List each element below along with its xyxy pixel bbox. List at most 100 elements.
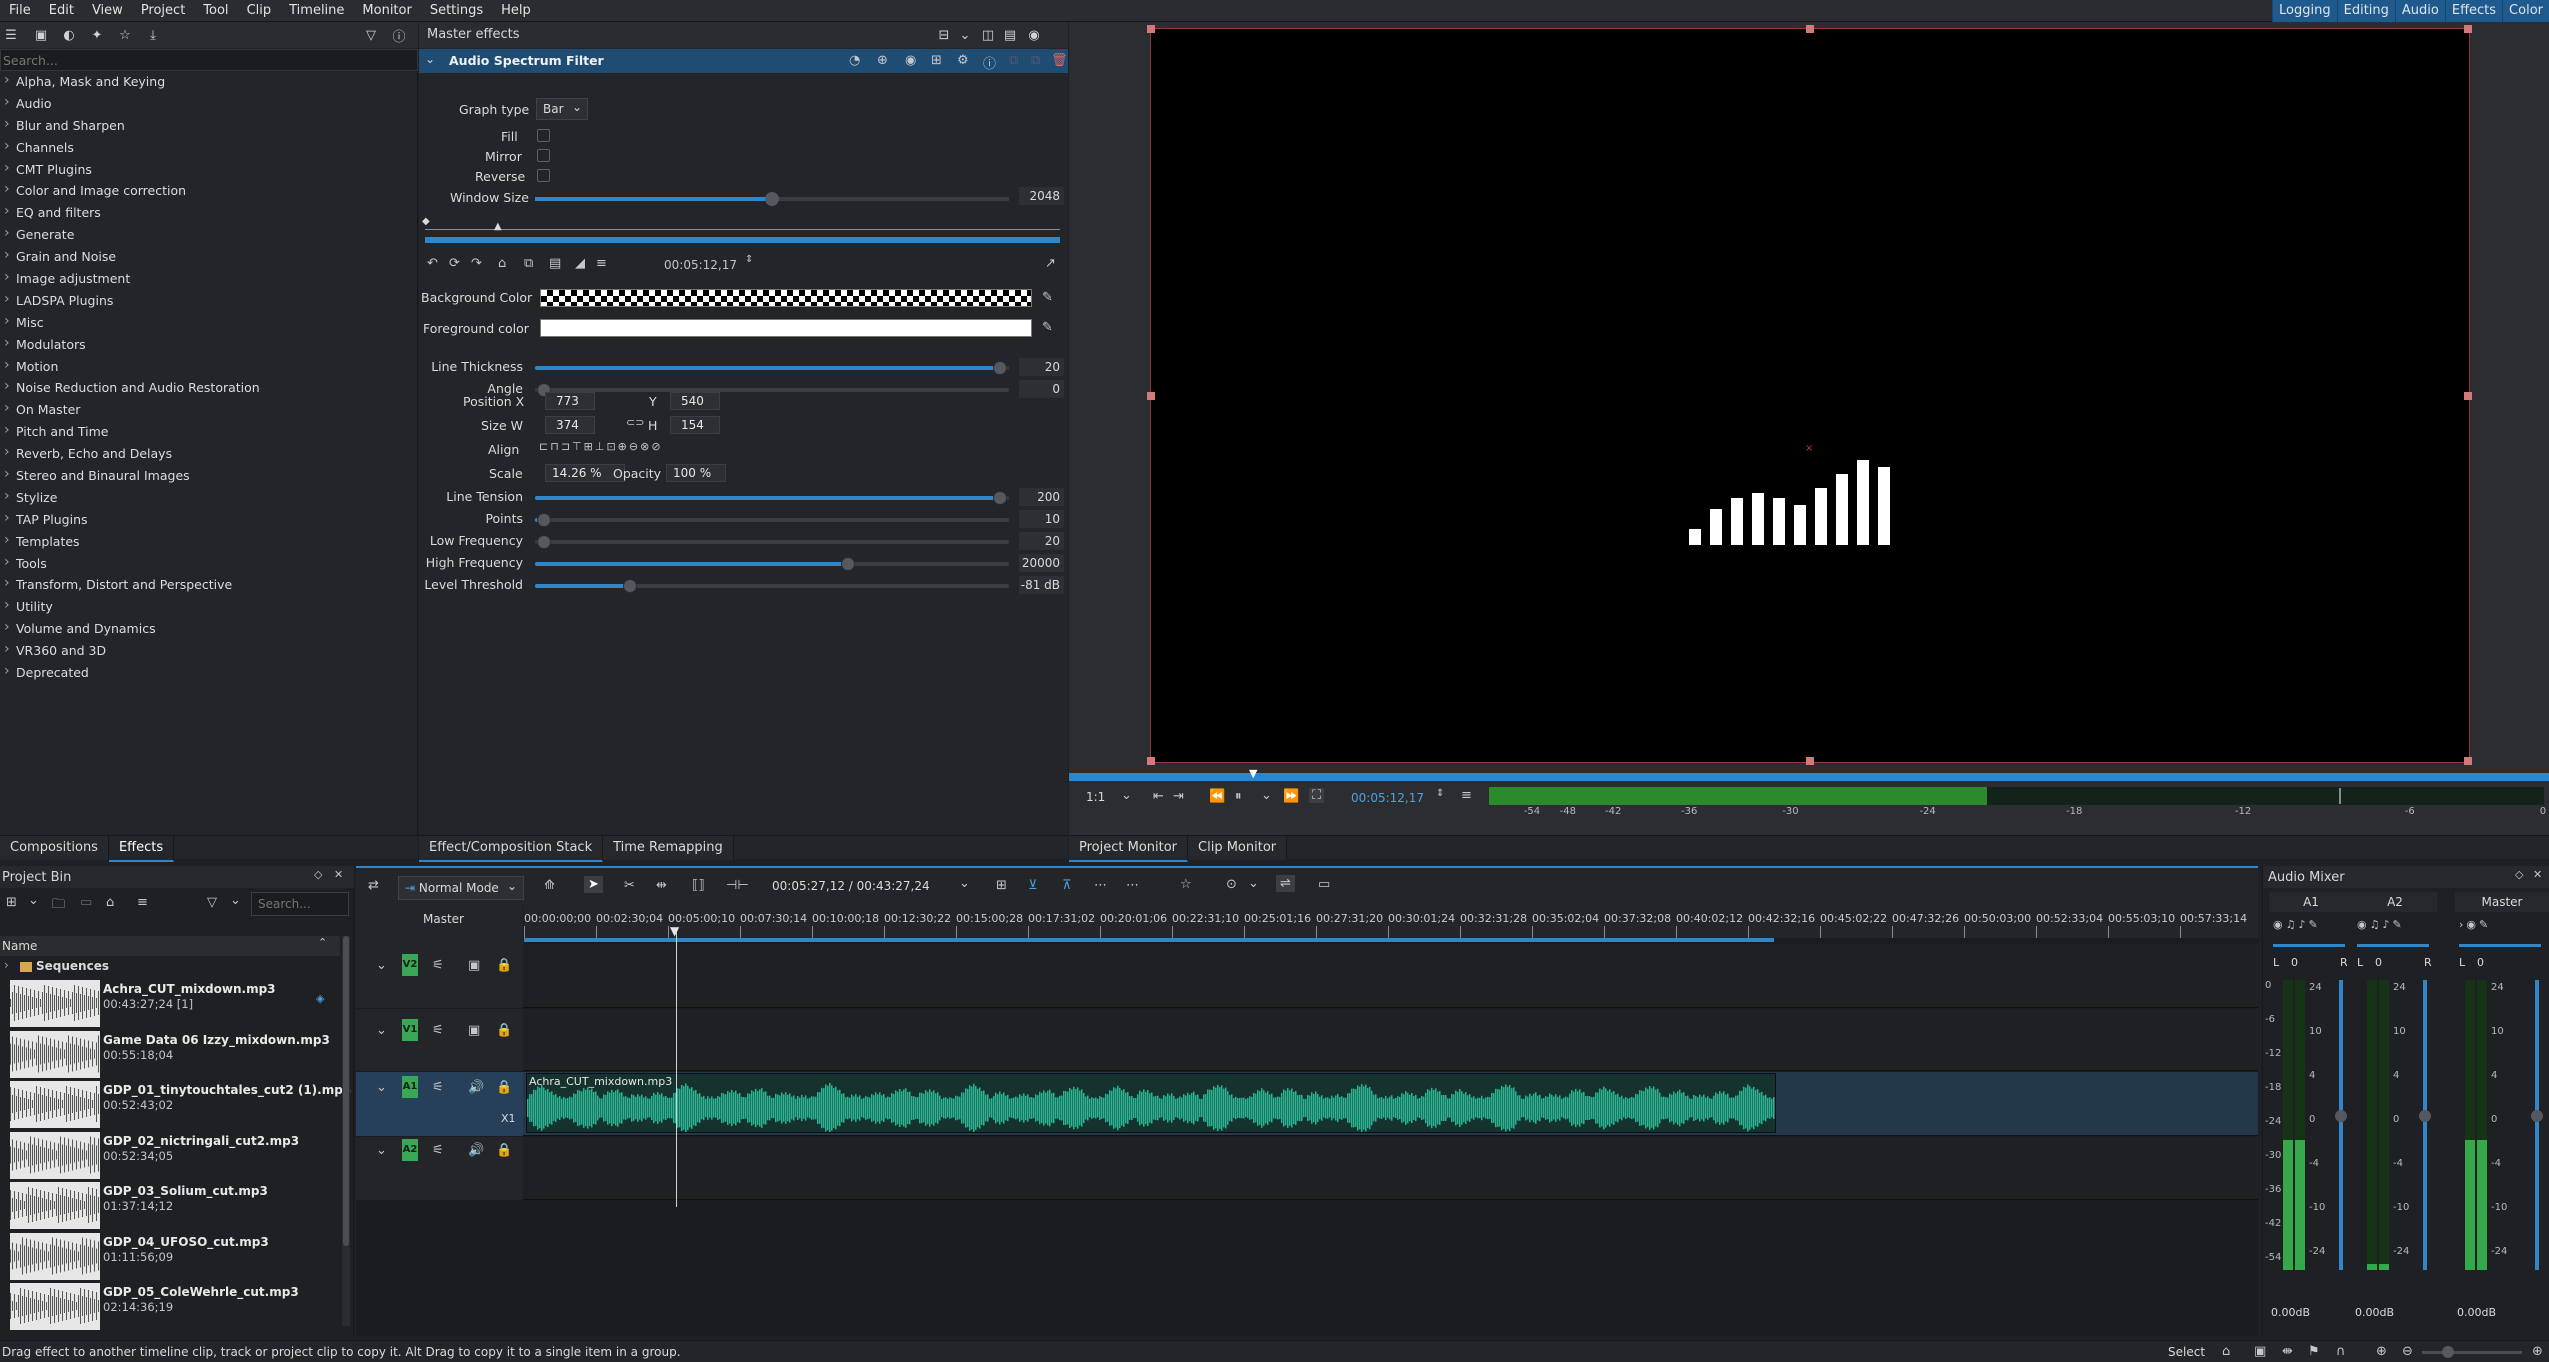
bin-scrollbar[interactable] [342, 936, 350, 1326]
clip-properties-icon[interactable]: ▭ [80, 895, 92, 910]
effect-category[interactable]: Stereo and Binaural Images [0, 464, 418, 487]
menu-timeline[interactable]: Timeline [280, 0, 353, 22]
points-knob[interactable] [537, 513, 552, 527]
zoom-select[interactable]: 1:1 [1086, 790, 1105, 804]
effect-category[interactable]: Motion [0, 355, 418, 378]
menu-icon[interactable]: ≡ [596, 256, 607, 271]
pan-value[interactable]: 0 [2291, 956, 2298, 969]
effects-icon[interactable]: ⚟ [432, 1080, 444, 1095]
line-thickness-value[interactable]: 20 [1019, 358, 1064, 376]
pan-value[interactable]: 0 [2375, 956, 2382, 969]
resize-handle[interactable] [2464, 25, 2472, 33]
forward-icon[interactable]: ⏩ [1283, 789, 1299, 804]
reverse-checkbox[interactable] [537, 169, 550, 182]
timeline-playhead[interactable] [676, 932, 677, 1207]
zoom-out-icon[interactable]: ⊖ [2402, 1344, 2413, 1359]
marker-icon[interactable]: ⚑ [2308, 1344, 2320, 1359]
tab-time-remapping[interactable]: Time Remapping [603, 836, 734, 860]
fader-knob[interactable] [2419, 1110, 2431, 1122]
chevron-down-icon[interactable]: ⌄ [1248, 876, 1259, 891]
effect-category[interactable]: EQ and filters [0, 201, 418, 224]
size-h-input[interactable]: 154 [670, 416, 720, 434]
effect-category[interactable]: On Master [0, 398, 418, 421]
volume-db[interactable]: 0.00dB [2355, 1306, 2394, 1319]
settings-icon[interactable]: ⚙ [957, 53, 969, 68]
eye-icon[interactable]: ◉ [1023, 24, 1045, 46]
low-frequency-value[interactable]: 20 [1019, 532, 1064, 550]
menu-view[interactable]: View [83, 0, 132, 22]
level-threshold-slider[interactable] [535, 579, 1009, 593]
tab-effect-stack[interactable]: Effect/Composition Stack [419, 836, 604, 862]
align-left-icon[interactable]: ⊏ [539, 440, 550, 453]
line-thickness-slider[interactable] [535, 361, 1009, 375]
bin-clip[interactable]: GDP_03_Solium_cut.mp3 01:37:14;12 [0, 1180, 340, 1230]
effect-category[interactable]: LADSPA Plugins [0, 289, 418, 312]
effect-category[interactable]: Noise Reduction and Audio Restoration [0, 376, 418, 399]
film-icon[interactable]: ▣ [2254, 1344, 2266, 1359]
previous-keyframe-icon[interactable]: ↶ [427, 256, 438, 271]
subtitle-icon[interactable]: ▭ [1318, 877, 1330, 892]
timeline-ruler[interactable]: 00:00:00;00 00:02:30;04 00:05:00;10 00:07:3… [524, 906, 2258, 938]
custom-effects-icon[interactable]: ✦ [86, 24, 108, 46]
bin-clip[interactable]: Game Data 06 Izzy_mixdown.mp3 00:55:18;04 [0, 1029, 340, 1079]
folder-icon[interactable]: 🗀 [52, 895, 65, 917]
lock-icon[interactable]: 🔒 [496, 1143, 512, 1158]
add-clip-icon[interactable]: ⊞ [6, 895, 17, 910]
size-w-input[interactable]: 374 [545, 416, 595, 434]
align-top-icon[interactable]: ⊤ [572, 440, 584, 453]
keyframe-timecode[interactable]: 00:05:12,17 [664, 258, 737, 272]
favorite-icon[interactable]: ☆ [1180, 877, 1192, 892]
pan-slider[interactable] [2357, 944, 2429, 947]
zoom-fit-icon[interactable]: ⊡ [606, 440, 617, 453]
chevron-down-icon[interactable]: ⌄ [230, 893, 241, 908]
resize-handle[interactable] [1147, 25, 1155, 33]
audio-filter-icon[interactable]: ◐ [58, 24, 80, 46]
spin-icon[interactable]: ⇕ [1436, 788, 1444, 799]
split-view-icon[interactable]: ◫ [977, 24, 999, 46]
close-icon[interactable]: ✕ [2533, 868, 2542, 881]
volume-fader[interactable] [2339, 980, 2343, 1270]
zoom-slider[interactable] [2422, 1346, 2522, 1358]
list-view-icon[interactable]: ☰ [0, 24, 22, 46]
track-a2-badge[interactable]: A2 [402, 1139, 418, 1161]
layout-effects[interactable]: Effects [2444, 0, 2503, 22]
insert-icon[interactable]: ⊻ [1028, 878, 1038, 893]
monitor-playhead-icon[interactable]: ▼ [1249, 767, 1257, 780]
curve-icon[interactable]: ↗ [1045, 256, 1056, 271]
tag-icon[interactable]: ⌂ [106, 895, 114, 910]
effect-category[interactable]: Transform, Distort and Perspective [0, 573, 418, 596]
slip-tool-icon[interactable]: ⊣⊢ [726, 878, 749, 893]
effect-category[interactable]: CMT Plugins [0, 158, 418, 181]
track-v1-badge[interactable]: V1 [402, 1019, 418, 1041]
float-icon[interactable]: ◇ [2515, 868, 2523, 881]
layout-logging[interactable]: Logging [2272, 0, 2337, 22]
effect-category[interactable]: Blur and Sharpen [0, 114, 418, 137]
effect-category[interactable]: Audio [0, 92, 418, 115]
menu-settings[interactable]: Settings [421, 0, 492, 22]
lock-icon[interactable]: 🔒 [496, 1023, 512, 1038]
ripple-icon[interactable]: ⇼ [2282, 1344, 2293, 1359]
volume-fader[interactable] [2535, 980, 2539, 1270]
monitor-canvas[interactable]: × [1147, 25, 2472, 765]
effects-icon[interactable]: ⚟ [432, 1023, 444, 1038]
fg-color-swatch[interactable] [540, 319, 1032, 337]
effect-category[interactable]: Channels [0, 136, 418, 159]
track-v2-badge[interactable]: V2 [402, 954, 418, 976]
playhead-marker-icon[interactable]: ▲ [494, 221, 502, 232]
timeline-zone[interactable] [524, 938, 1774, 942]
speaker-icon[interactable]: 🔊 [468, 1143, 484, 1158]
volume-fader[interactable] [2423, 980, 2427, 1270]
mixer-toggle-icon[interactable]: ⇌ [1276, 875, 1295, 892]
effects-search-input[interactable] [0, 49, 418, 71]
tab-compositions[interactable]: Compositions [0, 836, 109, 860]
favorite-icon[interactable]: ☆ [114, 24, 136, 46]
mirror-checkbox[interactable] [537, 149, 550, 162]
filter-header[interactable]: ⌄ Audio Spectrum Filter ◔ ⊕ ◉ ⊞ ⚙ ⓘ ⧉ ⧉ … [419, 49, 1068, 73]
effect-category[interactable]: Volume and Dynamics [0, 617, 418, 640]
high-frequency-slider[interactable] [535, 557, 1009, 571]
overwrite-icon[interactable]: ⊼ [1062, 878, 1072, 893]
filter-icon[interactable]: ▽ [207, 895, 217, 910]
zoom-in-icon[interactable]: ⊕ [2376, 1344, 2387, 1359]
download-icon[interactable]: ⤓ [142, 24, 164, 46]
resize-handle[interactable] [1147, 757, 1155, 765]
